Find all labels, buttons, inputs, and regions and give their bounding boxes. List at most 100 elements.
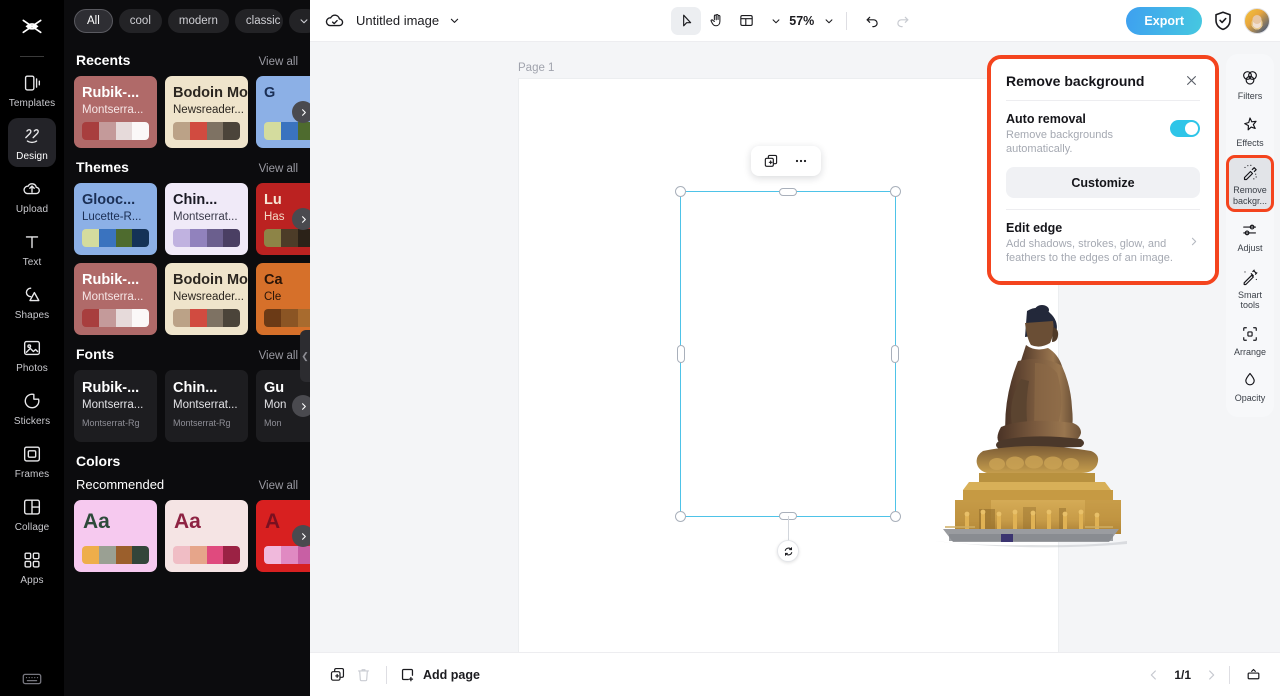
- tool-filters[interactable]: Filters: [1228, 62, 1272, 107]
- carousel-next-arrow[interactable]: [292, 208, 310, 230]
- resize-handle-top[interactable]: [779, 188, 797, 196]
- tool-effects[interactable]: Effects: [1228, 109, 1272, 154]
- zoom-level[interactable]: 57%: [789, 14, 814, 28]
- filter-chip-cool[interactable]: cool: [118, 9, 162, 33]
- chevron-right-icon[interactable]: [1203, 667, 1219, 683]
- chevron-right-icon[interactable]: [1187, 235, 1200, 251]
- zoom-chevron-down-icon[interactable]: [822, 14, 836, 28]
- sidebar-item-text[interactable]: Text: [8, 224, 56, 273]
- resize-handle-top-left[interactable]: [675, 186, 686, 197]
- keyboard-icon[interactable]: [21, 668, 43, 690]
- trash-icon[interactable]: [350, 662, 376, 688]
- carousel-next-arrow[interactable]: [292, 525, 310, 547]
- chevron-left-icon[interactable]: [1146, 667, 1162, 683]
- filter-chip-classic[interactable]: classic: [234, 9, 283, 33]
- swatch: [206, 122, 224, 140]
- section-themes: Themes View all Glooc... Lucette-R... Chin..…: [64, 148, 310, 335]
- resize-handle-right[interactable]: [891, 345, 899, 363]
- customize-button[interactable]: Customize: [1006, 167, 1200, 198]
- user-avatar[interactable]: [1244, 7, 1271, 34]
- more-horizontal-icon[interactable]: [787, 149, 815, 173]
- swatch: [206, 309, 224, 327]
- font-card[interactable]: Chin... Montserrat... Montserrat-Rg: [165, 370, 248, 442]
- present-icon[interactable]: [1240, 662, 1266, 688]
- resize-handle-bottom-left[interactable]: [675, 511, 686, 522]
- stickers-icon: [21, 390, 43, 412]
- sidebar-item-collage[interactable]: Collage: [8, 489, 56, 538]
- document-title[interactable]: Untitled image: [356, 13, 439, 28]
- swatch: [173, 309, 190, 327]
- theme-card[interactable]: Bodoin Mo... Newsreader...: [165, 76, 248, 148]
- tool-adjust[interactable]: Adjust: [1228, 214, 1272, 259]
- card-title: G: [264, 85, 276, 101]
- swatch: [223, 229, 240, 247]
- sidebar-item-apps[interactable]: Apps: [8, 542, 56, 591]
- tool-arrange[interactable]: Arrange: [1228, 318, 1272, 363]
- shield-check-icon[interactable]: [1211, 9, 1235, 33]
- view-all-link[interactable]: View all: [259, 350, 298, 362]
- theme-card[interactable]: Glooc... Lucette-R...: [74, 183, 157, 255]
- undo-icon[interactable]: [857, 7, 887, 35]
- duplicate-icon[interactable]: [757, 149, 785, 173]
- close-icon[interactable]: [1183, 72, 1200, 89]
- swatch: [132, 229, 149, 247]
- filter-chips: All cool modern classic: [64, 0, 310, 41]
- sidebar-item-frames[interactable]: Frames: [8, 436, 56, 485]
- add-page-button[interactable]: Add page: [399, 666, 480, 683]
- auto-removal-toggle[interactable]: [1170, 120, 1200, 137]
- page-layout-icon[interactable]: [731, 7, 761, 35]
- sidebar-item-stickers[interactable]: Stickers: [8, 383, 56, 432]
- theme-card[interactable]: Ca Cle: [256, 263, 310, 335]
- resize-handle-bottom-right[interactable]: [890, 511, 901, 522]
- export-button[interactable]: Export: [1126, 6, 1203, 35]
- resize-handle-bottom[interactable]: [779, 512, 797, 520]
- tool-smart-tools[interactable]: Smart tools: [1228, 261, 1272, 316]
- sidebar-item-upload[interactable]: Upload: [8, 171, 56, 220]
- view-all-link[interactable]: View all: [259, 56, 298, 68]
- redo-icon[interactable]: [887, 7, 917, 35]
- theme-card[interactable]: Chin... Montserrat...: [165, 183, 248, 255]
- chevron-down-icon[interactable]: [288, 9, 310, 33]
- section-recents: Recents View all Rubik-... Montserra... Bodo…: [64, 41, 310, 148]
- filter-chip-all[interactable]: All: [74, 9, 113, 33]
- color-card[interactable]: Aa: [74, 500, 157, 572]
- hand-pan-icon[interactable]: [701, 7, 731, 35]
- theme-card[interactable]: Rubik-... Montserra...: [74, 263, 157, 335]
- rotate-handle-icon[interactable]: [777, 540, 799, 562]
- carousel-next-arrow[interactable]: [292, 395, 310, 417]
- card-subtitle: Newsreader...: [173, 104, 244, 116]
- buddha-statue-image[interactable]: [935, 301, 1127, 548]
- font-card[interactable]: Rubik-... Montserra... Montserrat-Rg: [74, 370, 157, 442]
- tool-opacity[interactable]: Opacity: [1228, 364, 1272, 409]
- card-title: Rubik-...: [82, 272, 140, 288]
- font-name: Montserrat-Rg: [82, 418, 140, 428]
- tool-remove-backgr[interactable]: Remove backgr...: [1226, 155, 1274, 212]
- color-card[interactable]: Aa: [165, 500, 248, 572]
- layout-chevron-down-icon[interactable]: [769, 14, 783, 28]
- sidebar-item-design[interactable]: Design: [8, 118, 56, 167]
- swatch: [173, 122, 190, 140]
- bottom-divider: [386, 665, 387, 684]
- card-title: Rubik-...: [82, 85, 140, 101]
- cloud-sync-icon[interactable]: [324, 10, 346, 32]
- swatch: [115, 309, 133, 327]
- edit-edge-block[interactable]: Edit edge Add shadows, strokes, glow, an…: [1006, 210, 1200, 265]
- theme-card[interactable]: Rubik-... Montserra...: [74, 76, 157, 148]
- carousel-next-arrow[interactable]: [292, 101, 310, 123]
- sidebar-item-templates[interactable]: Templates: [8, 65, 56, 114]
- view-all-link[interactable]: View all: [259, 163, 298, 175]
- resize-handle-top-right[interactable]: [890, 186, 901, 197]
- sidebar-item-shapes[interactable]: Shapes: [8, 277, 56, 326]
- panel-collapse-handle[interactable]: ❮: [300, 330, 310, 382]
- filter-chip-modern[interactable]: modern: [167, 9, 229, 33]
- theme-card[interactable]: Bodoin Mo... Newsreader...: [165, 263, 248, 335]
- capcut-logo-icon[interactable]: [12, 8, 52, 48]
- view-all-link[interactable]: View all: [259, 480, 298, 492]
- duplicate-page-icon[interactable]: [324, 662, 350, 688]
- cursor-select-icon[interactable]: [671, 6, 702, 35]
- add-page-label: Add page: [423, 667, 480, 682]
- resize-handle-left[interactable]: [677, 345, 685, 363]
- right-toolbar: Filters Effects Remove backgr... Adjust Smar…: [1226, 54, 1274, 417]
- sidebar-item-photos[interactable]: Photos: [8, 330, 56, 379]
- chevron-down-icon[interactable]: [447, 13, 462, 28]
